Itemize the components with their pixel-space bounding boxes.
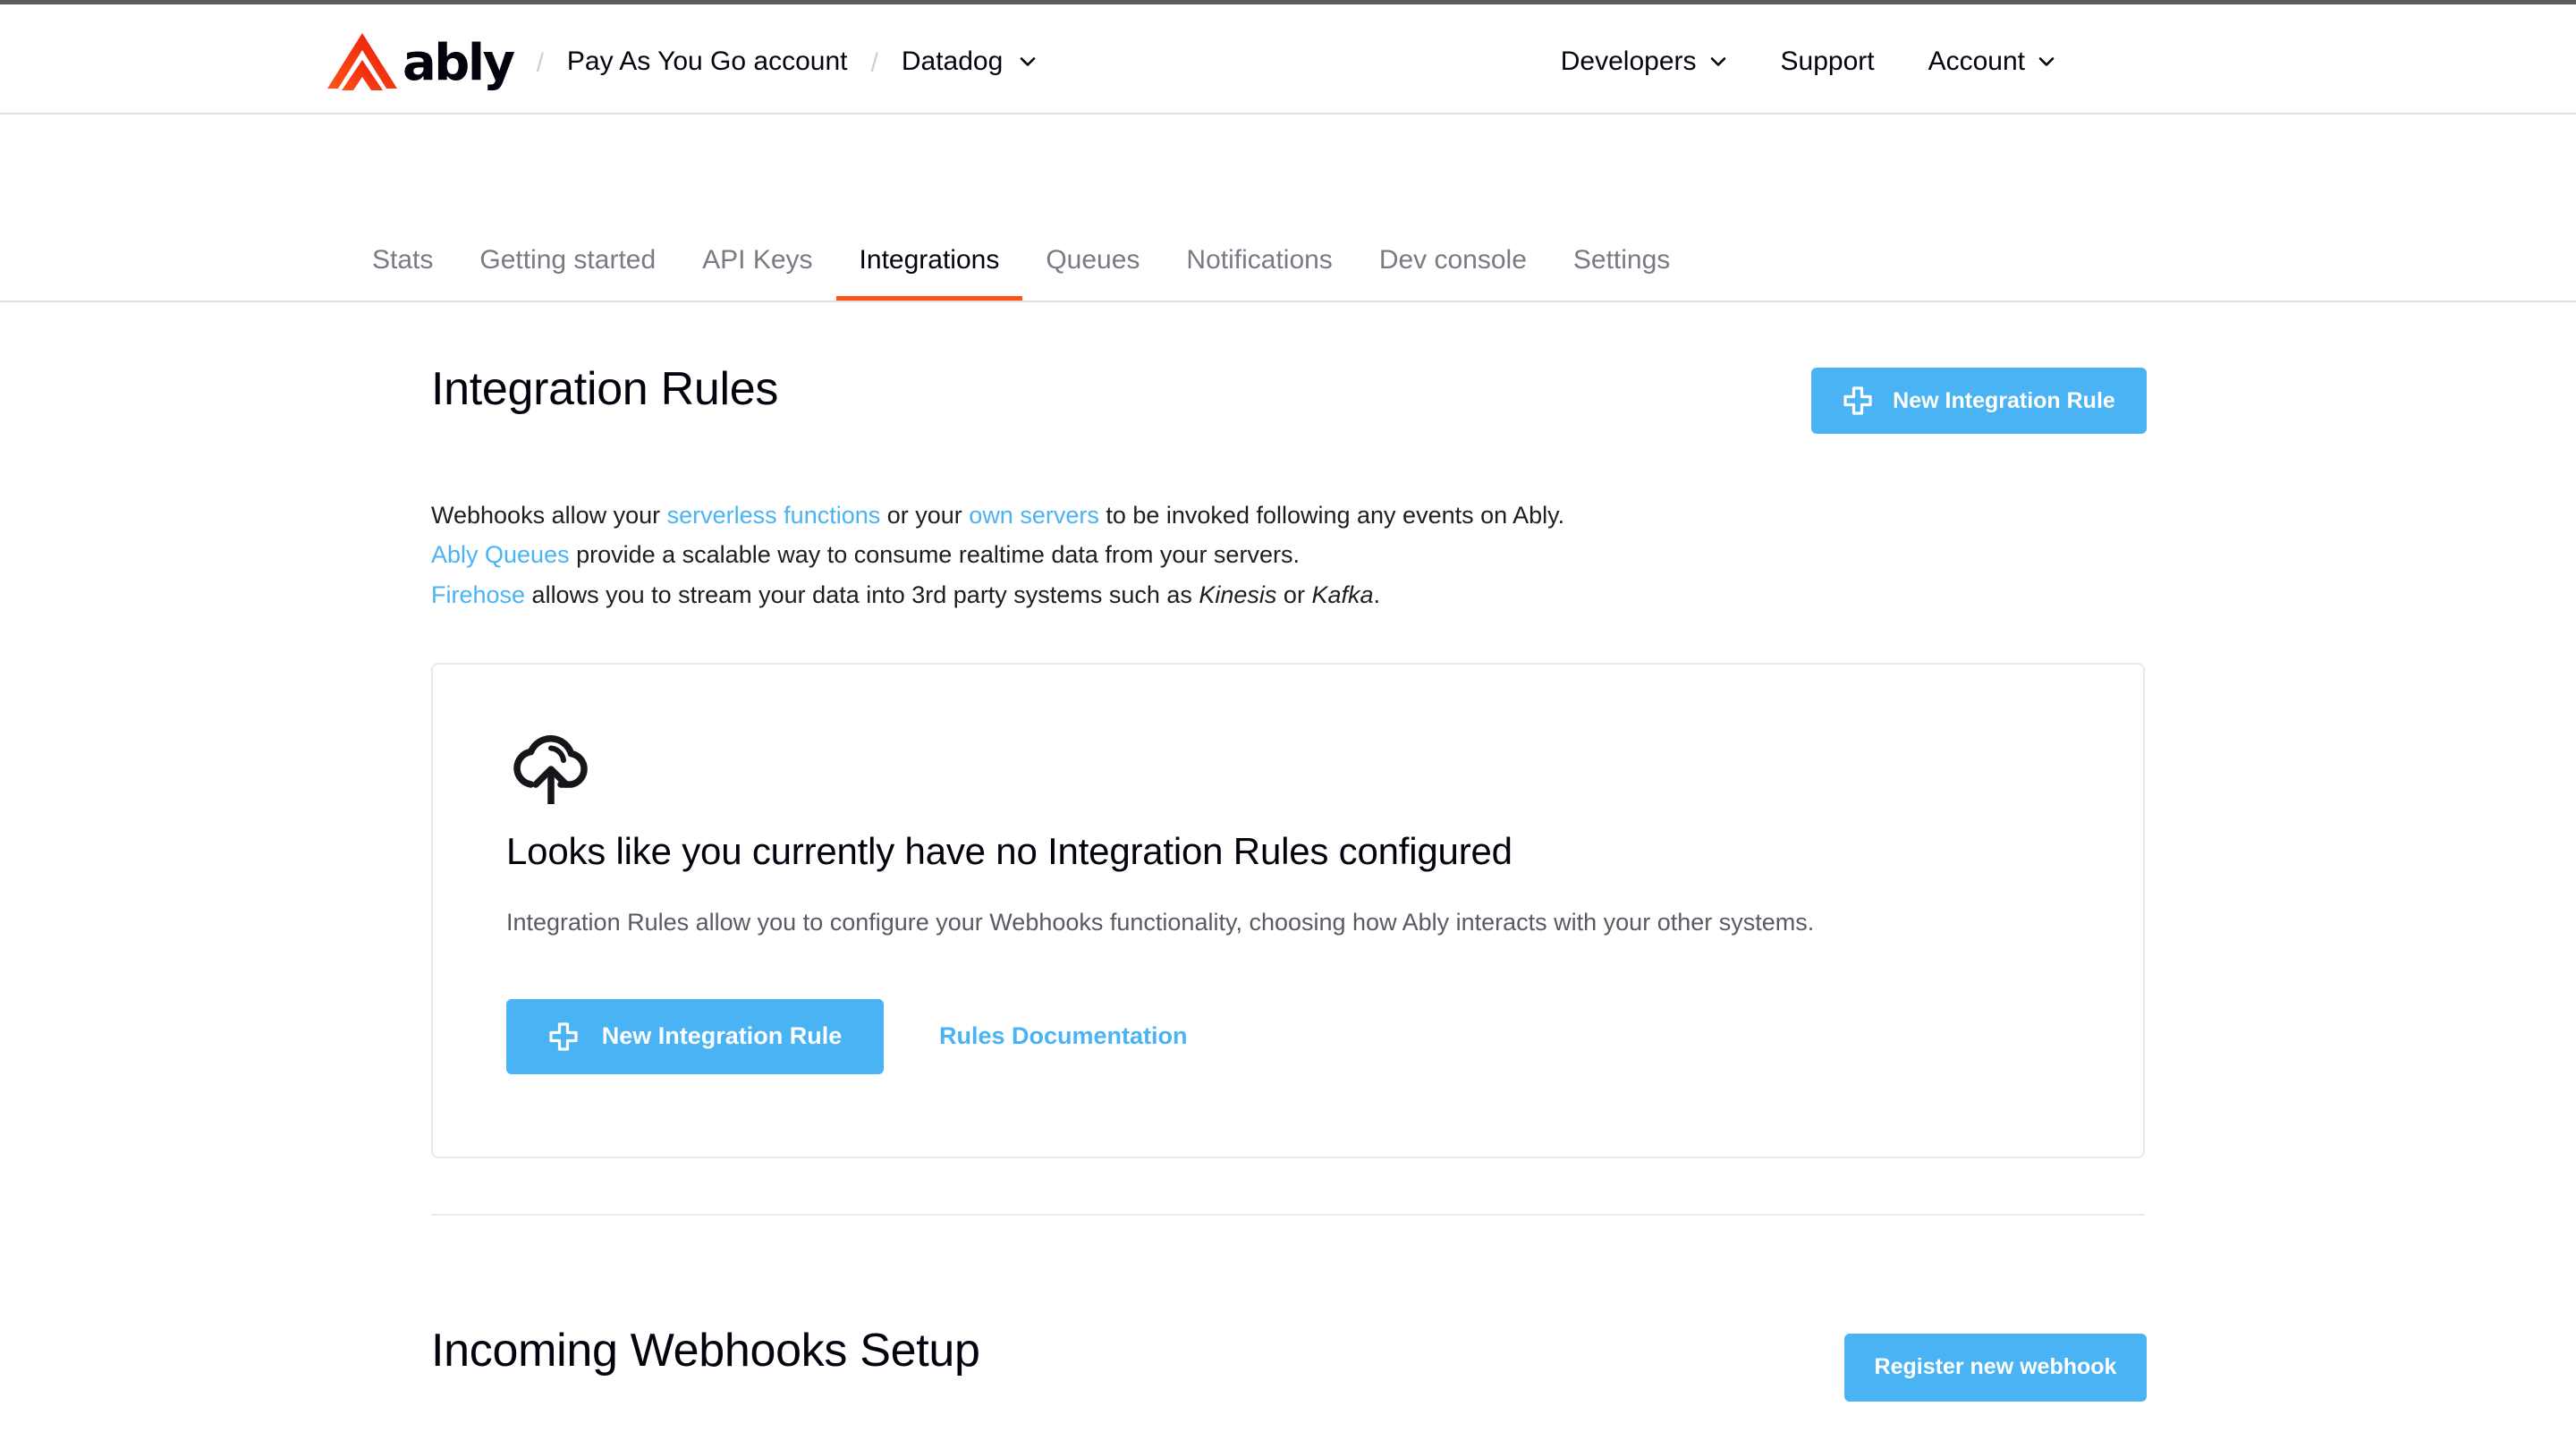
chevron-down-icon [2038, 53, 2055, 71]
app-tabbar: Stats Getting started API Keys Integrati… [0, 114, 2576, 302]
nav-item-account-label: Account [1928, 47, 2025, 76]
lede-text-6: or [1276, 580, 1312, 608]
site-header: ably / Pay As You Go account / Datadog D… [0, 4, 2576, 114]
register-new-webhook-button[interactable]: Register new webhook [1844, 1333, 2147, 1402]
nav-item-developers-label: Developers [1560, 47, 1697, 76]
nav-item-developers[interactable]: Developers [1561, 47, 1727, 77]
page-title: Integration Rules [431, 363, 779, 415]
breadcrumb-separator-1: / [536, 48, 544, 78]
breadcrumb-app-label: Datadog [901, 47, 1004, 76]
emphasis-kinesis: Kinesis [1199, 580, 1277, 608]
register-new-webhook-button-label: Register new webhook [1874, 1354, 2117, 1380]
link-serverless-functions[interactable]: serverless functions [667, 502, 881, 529]
nav-item-account[interactable]: Account [1928, 47, 2055, 77]
chevron-down-icon [1709, 53, 1727, 71]
breadcrumb-account[interactable]: Pay As You Go account [567, 47, 848, 77]
incoming-webhooks-description: Incoming webhooks are used to publish da… [431, 1443, 1612, 1449]
empty-state-description: Integration Rules allow you to configure… [506, 908, 1815, 936]
lede-text-3: to be invoked following any events on Ab… [1098, 502, 1565, 529]
tab-api-keys[interactable]: API Keys [679, 247, 835, 301]
breadcrumb-separator-2: / [870, 48, 878, 78]
lede-text-2: or your [880, 502, 970, 529]
tab-list: Stats Getting started API Keys Integrati… [349, 193, 1693, 301]
empty-state-card: Looks like you currently have no Integra… [431, 662, 2145, 1158]
empty-state-title: Looks like you currently have no Integra… [506, 829, 1513, 872]
ably-logo-icon[interactable] [327, 33, 397, 90]
main-content: Integration Rules New Integration Rule W… [0, 302, 2576, 1449]
new-integration-rule-button-top[interactable]: New Integration Rule [1811, 368, 2147, 434]
breadcrumb: ably / Pay As You Go account / Datadog [327, 21, 1037, 103]
lede-text-5: allows you to stream your data into 3rd … [525, 580, 1199, 608]
nav-item-support[interactable]: Support [1781, 47, 1875, 77]
tab-integrations[interactable]: Integrations [835, 247, 1023, 301]
incoming-webhooks-header: Incoming Webhooks Setup Register new web… [431, 1325, 2147, 1423]
rules-documentation-link[interactable]: Rules Documentation [939, 1022, 1188, 1050]
new-integration-rule-button-top-label: New Integration Rule [1893, 387, 2115, 413]
plus-icon [548, 1021, 579, 1052]
incoming-webhooks-title: Incoming Webhooks Setup [431, 1324, 980, 1377]
tab-queues[interactable]: Queues [1022, 247, 1163, 301]
chevron-down-icon [1019, 53, 1037, 71]
nav-item-support-label: Support [1780, 47, 1875, 76]
tab-dev-console[interactable]: Dev console [1356, 247, 1550, 301]
ably-wordmark: ably [402, 34, 515, 92]
new-integration-rule-button-card[interactable]: New Integration Rule [506, 998, 884, 1074]
lede-text-7: . [1373, 580, 1380, 608]
link-firehose[interactable]: Firehose [431, 581, 525, 608]
integration-rules-description: Webhooks allow your serverless functions… [431, 496, 1612, 614]
lede-text-1: Webhooks allow your [431, 502, 667, 529]
lede-text-4: provide a scalable way to consume realti… [569, 541, 1300, 569]
content-container: Integration Rules New Integration Rule W… [429, 363, 2147, 1449]
empty-state-actions: New Integration Rule Rules Documentation [506, 998, 1188, 1074]
section-divider [431, 1213, 2145, 1216]
tab-notifications[interactable]: Notifications [1163, 247, 1355, 301]
link-own-servers[interactable]: own servers [969, 502, 1099, 529]
link-ably-queues[interactable]: Ably Queues [431, 541, 570, 568]
tab-getting-started[interactable]: Getting started [456, 247, 679, 301]
tab-settings[interactable]: Settings [1550, 247, 1693, 301]
emphasis-kafka: Kafka [1311, 580, 1374, 608]
plus-icon [1843, 386, 1873, 416]
new-integration-rule-button-card-label: New Integration Rule [601, 1022, 843, 1050]
page-root: ably / Pay As You Go account / Datadog D… [0, 0, 2576, 1449]
tab-stats[interactable]: Stats [349, 247, 456, 301]
breadcrumb-app-selector[interactable]: Datadog [902, 47, 1037, 77]
integration-rules-header: Integration Rules New Integration Rule [431, 363, 2147, 470]
header-nav: Developers Support Account [1507, 21, 2576, 103]
